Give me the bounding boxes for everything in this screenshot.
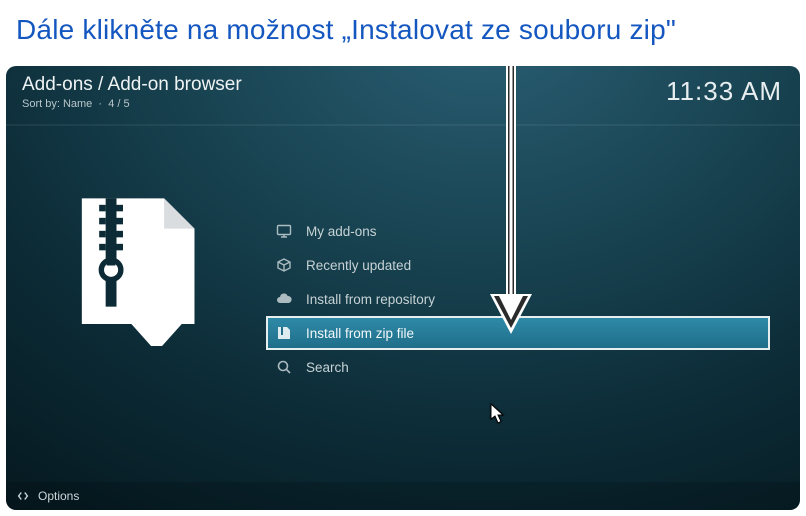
sort-info: Sort by: Name · 4 / 5 <box>22 98 242 110</box>
clock: 11:33 AM <box>666 76 782 107</box>
zip-download-icon <box>71 194 201 344</box>
content-body: My add-ons Recently updated <box>6 124 800 482</box>
top-bar: Add-ons / Add-on browser Sort by: Name ·… <box>6 66 800 124</box>
menu-item-label: My add-ons <box>306 224 377 239</box>
options-icon[interactable] <box>16 489 30 503</box>
menu-item-install-zip[interactable]: Install from zip file <box>266 316 770 350</box>
sort-label: Sort by: Name <box>22 98 92 110</box>
page-indicator: 4 / 5 <box>108 98 129 110</box>
cloud-icon <box>276 291 292 307</box>
kodi-window: Add-ons / Add-on browser Sort by: Name ·… <box>6 66 800 510</box>
options-label[interactable]: Options <box>38 489 79 503</box>
search-icon <box>276 359 292 375</box>
menu-item-recently-updated[interactable]: Recently updated <box>266 248 770 282</box>
box-icon <box>276 257 292 273</box>
menu-item-label: Install from repository <box>306 292 435 307</box>
menu-item-label: Search <box>306 360 349 375</box>
left-pane <box>6 124 266 482</box>
dot-sep: · <box>95 98 105 110</box>
menu-item-search[interactable]: Search <box>266 350 770 384</box>
menu-item-label: Recently updated <box>306 258 411 273</box>
annotation-caption: Dále klikněte na možnost „Instalovat ze … <box>0 0 806 66</box>
screen-icon <box>276 223 292 239</box>
menu-item-my-addons[interactable]: My add-ons <box>266 214 770 248</box>
menu-list: My add-ons Recently updated <box>266 124 800 482</box>
zip-icon <box>276 325 292 341</box>
footer-bar: Options <box>6 482 800 510</box>
breadcrumb: Add-ons / Add-on browser <box>22 74 242 96</box>
menu-item-label: Install from zip file <box>306 326 414 341</box>
menu-item-install-repository[interactable]: Install from repository <box>266 282 770 316</box>
